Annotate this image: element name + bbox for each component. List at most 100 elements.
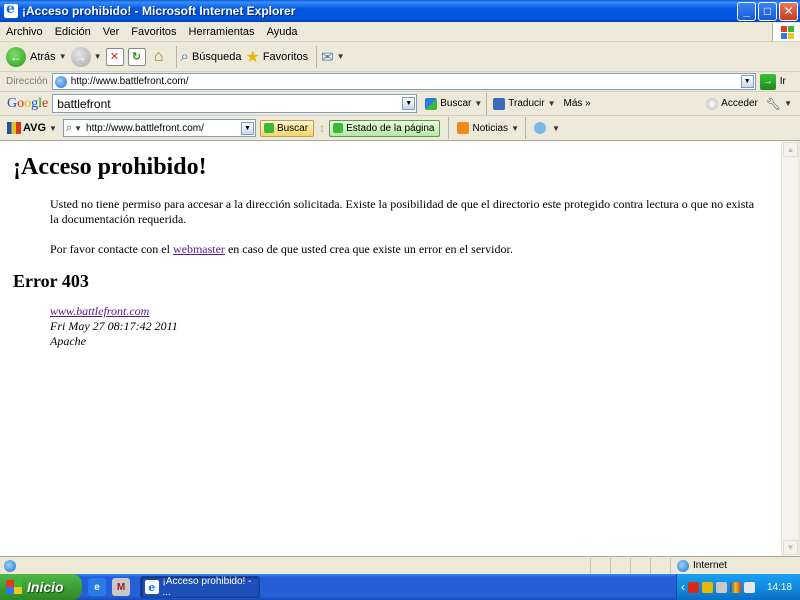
avg-search-button[interactable]: Buscar <box>259 119 315 137</box>
start-button[interactable]: Inicio <box>0 574 82 600</box>
menu-herramientas[interactable]: Herramientas <box>183 26 261 38</box>
tray-expand-icon[interactable]: ‹ <box>681 580 685 594</box>
chevron-down-icon: ▼ <box>511 123 519 133</box>
go-arrow-icon <box>263 123 274 133</box>
status-segment <box>590 557 610 574</box>
forward-button[interactable]: → ▼ <box>70 45 102 69</box>
refresh-icon: ↻ <box>127 47 146 66</box>
google-search-value: battlefront <box>57 96 111 111</box>
security-zone-label: Internet <box>693 560 727 571</box>
weather-icon <box>533 122 546 134</box>
chevron-down-icon: ▼ <box>551 123 560 133</box>
taskbar-item-label: ¡Acceso prohibido! - ... <box>162 576 252 598</box>
go-arrow-icon[interactable]: → <box>759 73 776 90</box>
chevron-down-icon: ▼ <box>336 52 345 61</box>
scroll-down-button[interactable]: ▼ <box>783 540 798 555</box>
go-button[interactable]: Ir <box>780 76 786 87</box>
chevron-down-icon: ▼ <box>93 52 102 61</box>
title-bar: ¡Acceso prohibido! - Microsoft Internet … <box>0 0 800 22</box>
avg-toolbar: AVG ▼ ⌕ ▼ http://www.battlefront.com/ ▼ … <box>0 116 800 141</box>
refresh-button[interactable]: ↻ <box>127 45 146 69</box>
site-link[interactable]: www.battlefront.com <box>50 304 149 318</box>
favorites-label: Favoritos <box>262 50 309 63</box>
wrench-icon: 🔧︎ <box>765 96 782 111</box>
news-button[interactable]: Noticias ▼ <box>457 122 519 134</box>
translate-label: Traducir <box>508 98 545 109</box>
address-value: http://www.battlefront.com/ <box>70 76 189 87</box>
chevron-down-icon: ▼ <box>784 99 792 108</box>
avg-search-input[interactable]: ⌕ ▼ http://www.battlefront.com/ ▼ <box>62 119 256 137</box>
back-button[interactable]: ← Atrás ▼ <box>6 45 67 69</box>
windows-logo-icon <box>772 22 800 41</box>
system-tray: ‹ 14:18 <box>676 574 800 600</box>
favorites-button[interactable]: ★ Favoritos <box>245 45 308 69</box>
webmaster-link[interactable]: webmaster <box>173 242 225 256</box>
page-content: ¡Acceso prohibido! Usted no tiene permis… <box>0 141 781 556</box>
rss-icon <box>457 122 470 134</box>
window-title: ¡Acceso prohibido! - Microsoft Internet … <box>22 4 296 18</box>
check-icon <box>333 123 344 133</box>
settings-button[interactable]: 🔧︎ ▼ <box>766 97 792 111</box>
google-search-dropdown-button[interactable]: ▼ <box>402 97 416 110</box>
search-label: Búsqueda <box>191 50 242 63</box>
search-icon: ⌕ <box>180 48 189 65</box>
more-button[interactable]: Más » <box>564 98 591 109</box>
internet-explorer-icon[interactable]: e <box>88 578 106 596</box>
tray-volume-icon[interactable] <box>744 581 755 593</box>
menu-ver[interactable]: Ver <box>97 26 126 38</box>
tray-antivirus-icon[interactable] <box>688 581 699 593</box>
standard-toolbar: ← Atrás ▼ → ▼ ✕ ↻ ⌂ ⌕ Búsqueda ★ Favorit… <box>0 42 800 72</box>
vertical-scrollbar[interactable]: ▲ ▼ <box>781 141 798 556</box>
email-icon[interactable]: M <box>112 578 130 596</box>
tray-avg-icon[interactable] <box>730 581 741 593</box>
internet-explorer-icon: e <box>145 580 159 594</box>
menu-archivo[interactable]: Archivo <box>0 26 49 38</box>
status-segment <box>630 557 650 574</box>
contact-text-after: en caso de que usted crea que existe un … <box>224 242 513 256</box>
translate-button[interactable]: Traducir ▼ <box>493 97 556 110</box>
internet-zone-icon <box>677 559 689 572</box>
home-button[interactable]: ⌂ <box>150 45 168 69</box>
taskbar-item-internet-explorer[interactable]: e ¡Acceso prohibido! - ... <box>140 576 260 598</box>
minimize-button[interactable]: _ <box>737 1 756 21</box>
close-button[interactable]: ✕ <box>779 1 798 21</box>
weather-button[interactable]: ▼ <box>533 122 560 134</box>
scroll-up-button[interactable]: ▲ <box>783 142 798 157</box>
page-icon <box>54 75 67 88</box>
server-signature: www.battlefront.com Fri May 27 08:17:42 … <box>50 304 761 349</box>
stop-icon: ✕ <box>105 47 124 66</box>
error-heading: Error 403 <box>13 271 89 291</box>
toolbar-separator <box>524 117 526 139</box>
page-heading: ¡Acceso prohibido! <box>13 154 207 180</box>
signin-button[interactable]: Acceder <box>706 97 758 110</box>
google-search-button[interactable]: Buscar ▼ <box>425 97 482 110</box>
avg-logo[interactable]: AVG ▼ <box>0 122 57 134</box>
status-segment <box>650 557 670 574</box>
chevron-down-icon: ▼ <box>58 52 67 61</box>
status-bar: Internet <box>0 556 800 574</box>
toolbar-separator <box>175 45 177 68</box>
menu-edicion[interactable]: Edición <box>49 26 97 38</box>
address-dropdown-button[interactable]: ▼ <box>740 75 754 88</box>
page-icon <box>4 559 16 572</box>
maximize-button[interactable]: □ <box>758 1 777 21</box>
home-icon: ⌂ <box>153 47 164 65</box>
page-status-button[interactable]: Estado de la página <box>329 119 441 137</box>
tray-network-icon[interactable] <box>716 581 727 593</box>
google-search-input[interactable]: battlefront ▼ <box>52 94 418 113</box>
tray-shield-icon[interactable] <box>702 581 713 593</box>
signin-label: Acceder <box>721 98 758 109</box>
address-bar: Dirección http://www.battlefront.com/ ▼ … <box>0 72 800 92</box>
back-arrow-icon: ← <box>6 46 26 67</box>
user-icon <box>706 97 719 110</box>
contact-paragraph: Por favor contacte con el webmaster en c… <box>50 242 761 257</box>
search-button[interactable]: ⌕ Búsqueda <box>181 45 242 69</box>
avg-search-dropdown-button[interactable]: ▼ <box>240 121 254 135</box>
page-status-label: Estado de la página <box>346 122 435 134</box>
stop-button[interactable]: ✕ <box>105 45 124 69</box>
menu-favoritos[interactable]: Favoritos <box>125 26 182 38</box>
google-logo[interactable]: Google <box>0 96 52 112</box>
address-input[interactable]: http://www.battlefront.com/ ▼ <box>51 73 756 90</box>
menu-ayuda[interactable]: Ayuda <box>261 26 304 38</box>
mail-button[interactable]: ✉ ▼ <box>321 45 345 69</box>
